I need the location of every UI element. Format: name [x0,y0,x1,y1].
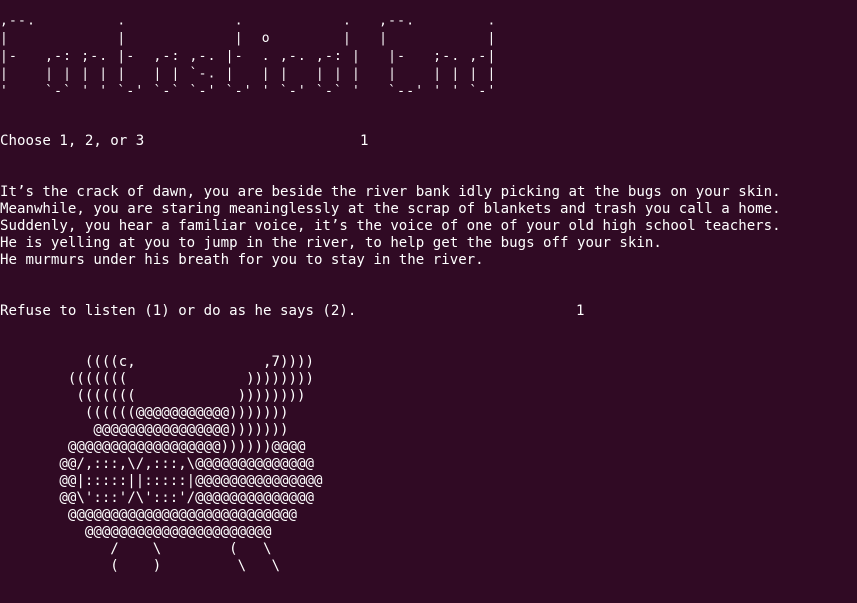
terminal-window[interactable]: ,--. . . . ,--. . | | | o | | | |- ,-: ;… [0,0,857,603]
ascii-art-creature: ((((c, ,7)))) ((((((( )))))))) ((((((( )… [59,354,323,574]
story-line: He murmurs under his breath for you to s… [0,252,484,268]
choice-prompt: Choose 1, 2, or 3 [0,133,145,149]
story-text: It’s the crack of dawn, you are beside t… [0,184,781,269]
user-answer-1: 1 [360,133,369,149]
story-line: Suddenly, you hear a familiar voice, it’… [0,218,781,234]
ascii-title-banner: ,--. . . . ,--. . | | | o | | | |- ,-: ;… [0,13,497,100]
story-line: Meanwhile, you are staring meaninglessly… [0,201,781,217]
story-line: He is yelling at you to jump in the rive… [0,235,662,251]
decision-prompt: Refuse to listen (1) or do as he says (2… [0,303,357,319]
user-answer-2: 1 [576,303,585,319]
story-line: It’s the crack of dawn, you are beside t… [0,184,781,200]
